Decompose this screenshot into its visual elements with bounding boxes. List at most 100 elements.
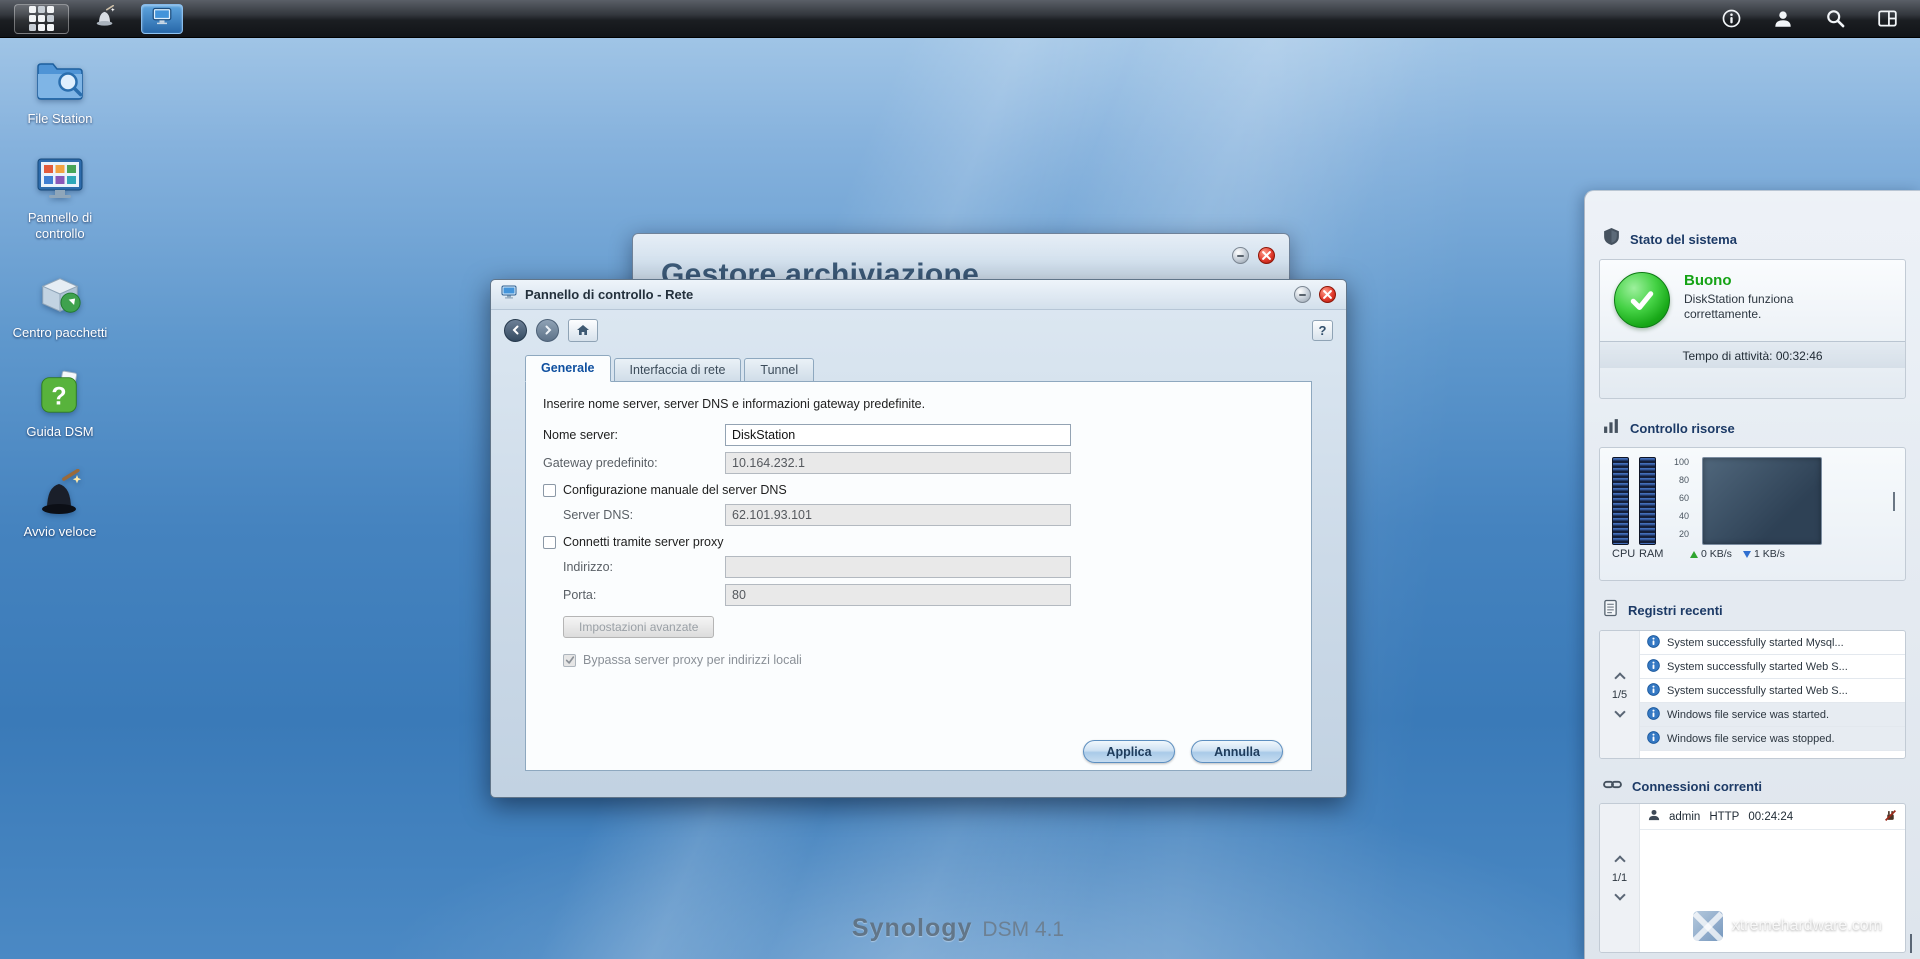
connection-protocol: HTTP	[1709, 811, 1739, 823]
logs-page-indicator: 1/5	[1612, 689, 1627, 701]
close-button[interactable]	[1258, 247, 1275, 264]
form-row: Nome server:	[543, 424, 1291, 446]
forward-button[interactable]	[536, 319, 559, 342]
nome-server-input[interactable]	[725, 424, 1071, 446]
disconnect-icon[interactable]	[1884, 809, 1897, 825]
dns-manual-checkbox[interactable]	[543, 484, 556, 497]
tab-interfaccia-di-rete[interactable]: Interfaccia di rete	[614, 358, 742, 382]
page-down-icon[interactable]	[1614, 706, 1625, 717]
log-row[interactable]: System successfully started Web S...	[1640, 655, 1905, 679]
upload-icon	[1690, 551, 1698, 558]
desktop-icon-file-station[interactable]: File Station	[8, 54, 112, 126]
desktop-icon-label: Avvio veloce	[24, 524, 97, 539]
desktop-icon-package-center[interactable]: Centro pacchetti	[8, 268, 112, 340]
site-watermark-logo	[1693, 911, 1723, 941]
help-button[interactable]: ?	[1312, 320, 1333, 341]
apply-button[interactable]: Applica	[1083, 740, 1175, 763]
bar-chart-icon	[1603, 417, 1620, 439]
quick-launch-button[interactable]	[85, 4, 125, 34]
magic-hat-icon	[32, 467, 88, 519]
page-up-icon[interactable]	[1614, 855, 1625, 866]
form-row: Gateway predefinito:	[543, 452, 1291, 474]
chart-axis: 100 80 60 40 20	[1666, 457, 1692, 545]
connections-pager: 1/1	[1600, 804, 1640, 952]
indirizzo-label: Indirizzo:	[543, 560, 725, 574]
file-station-icon	[32, 54, 88, 106]
close-button[interactable]	[1319, 286, 1336, 303]
magic-hat-icon	[93, 5, 117, 32]
desktop-icon-label: File Station	[27, 111, 92, 126]
cancel-button[interactable]: Annulla	[1191, 740, 1283, 763]
recent-logs-box: 1/5 System successfully started Mysql...…	[1599, 630, 1906, 759]
user-icon	[1648, 809, 1660, 824]
tab-generale[interactable]: Generale	[525, 355, 611, 382]
porta-label: Porta:	[543, 588, 725, 602]
monitor-icon	[152, 7, 172, 30]
desktop-icon-label: Pannello di controllo	[8, 210, 112, 241]
status-message: DiskStation funziona correttamente.	[1684, 292, 1834, 322]
desktop-icon-label: Centro pacchetti	[13, 325, 108, 340]
section-title: Stato del sistema	[1630, 232, 1737, 247]
resource-monitor-header: Controllo risorse	[1585, 411, 1920, 446]
connection-time: 00:24:24	[1748, 811, 1793, 823]
download-rate: 1 KB/s	[1754, 548, 1785, 560]
log-document-icon	[1603, 599, 1618, 622]
proxy-checkbox[interactable]	[543, 536, 556, 549]
dialog-title: Pannello di controllo - Rete	[525, 287, 693, 302]
panel-scroll-down-icon[interactable]	[1910, 934, 1912, 952]
site-watermark-text: xtremehardware.com	[1732, 917, 1882, 935]
info-badge-icon	[1647, 659, 1660, 675]
home-button[interactable]	[568, 319, 598, 342]
bypass-checkbox-row: Bypassa server proxy per indirizzi local…	[563, 653, 1291, 667]
cpu-label: CPU	[1612, 548, 1629, 560]
uptime-text: Tempo di attività: 00:32:46	[1600, 341, 1905, 368]
info-icon[interactable]	[1720, 8, 1742, 30]
page-up-icon[interactable]	[1614, 672, 1625, 683]
user-icon[interactable]	[1772, 8, 1794, 30]
back-button[interactable]	[504, 319, 527, 342]
form-row: Porta:	[543, 584, 1291, 606]
section-title: Controllo risorse	[1630, 421, 1735, 436]
gateway-label: Gateway predefinito:	[543, 456, 725, 470]
dsm-watermark: Synology DSM 4.1	[852, 914, 1064, 943]
connections-page-indicator: 1/1	[1612, 872, 1627, 884]
tab-tunnel[interactable]: Tunnel	[744, 358, 814, 382]
info-badge-icon	[1647, 683, 1660, 699]
control-panel-network-dialog: Pannello di controllo - Rete ? Generale …	[490, 279, 1347, 798]
log-row[interactable]: Windows file service was started.	[1640, 703, 1905, 727]
minimize-button[interactable]	[1294, 286, 1311, 303]
log-row[interactable]: System successfully started Web S...	[1640, 679, 1905, 703]
desktop-icon-label: Guida DSM	[26, 424, 93, 439]
info-badge-icon	[1647, 707, 1660, 723]
main-menu-button[interactable]	[14, 4, 69, 34]
package-center-icon	[32, 268, 88, 320]
proxy-checkbox-row: Connetti tramite server proxy	[543, 535, 1291, 549]
network-chart	[1702, 457, 1822, 545]
dns-manual-checkbox-label: Configurazione manuale del server DNS	[563, 483, 787, 497]
search-icon[interactable]	[1824, 8, 1846, 30]
desktop-icon-dsm-help[interactable]: ? Guida DSM	[8, 367, 112, 439]
minimize-button[interactable]	[1232, 247, 1249, 264]
taskbar	[0, 0, 1920, 38]
page-down-icon[interactable]	[1614, 889, 1625, 900]
log-row[interactable]: Windows file service was stopped.	[1640, 727, 1905, 751]
bypass-checkbox-label: Bypassa server proxy per indirizzi local…	[583, 653, 802, 667]
open-window-button[interactable]	[141, 4, 183, 34]
pilot-view-icon[interactable]	[1876, 8, 1898, 30]
status-ok-icon	[1614, 272, 1670, 328]
advanced-settings-button: Impostazioni avanzate	[563, 616, 714, 638]
resource-expand-chevron[interactable]	[1893, 492, 1895, 510]
dsm-brand: Synology	[852, 914, 973, 943]
desktop-icons: File Station Pannello di controllo	[8, 54, 112, 539]
connection-row[interactable]: admin HTTP 00:24:24	[1640, 804, 1905, 830]
section-title: Registri recenti	[1628, 603, 1723, 618]
cpu-gauge	[1612, 457, 1629, 545]
desktop: File Station Pannello di controllo	[0, 0, 1920, 959]
info-badge-icon	[1647, 635, 1660, 651]
dialog-tabs: Generale Interfaccia di rete Tunnel	[525, 356, 1312, 382]
desktop-icon-quick-start[interactable]: Avvio veloce	[8, 467, 112, 539]
dialog-titlebar[interactable]: Pannello di controllo - Rete	[491, 280, 1346, 310]
desktop-icon-control-panel[interactable]: Pannello di controllo	[8, 153, 112, 241]
gateway-input	[725, 452, 1071, 474]
log-row[interactable]: System successfully started Mysql...	[1640, 631, 1905, 655]
